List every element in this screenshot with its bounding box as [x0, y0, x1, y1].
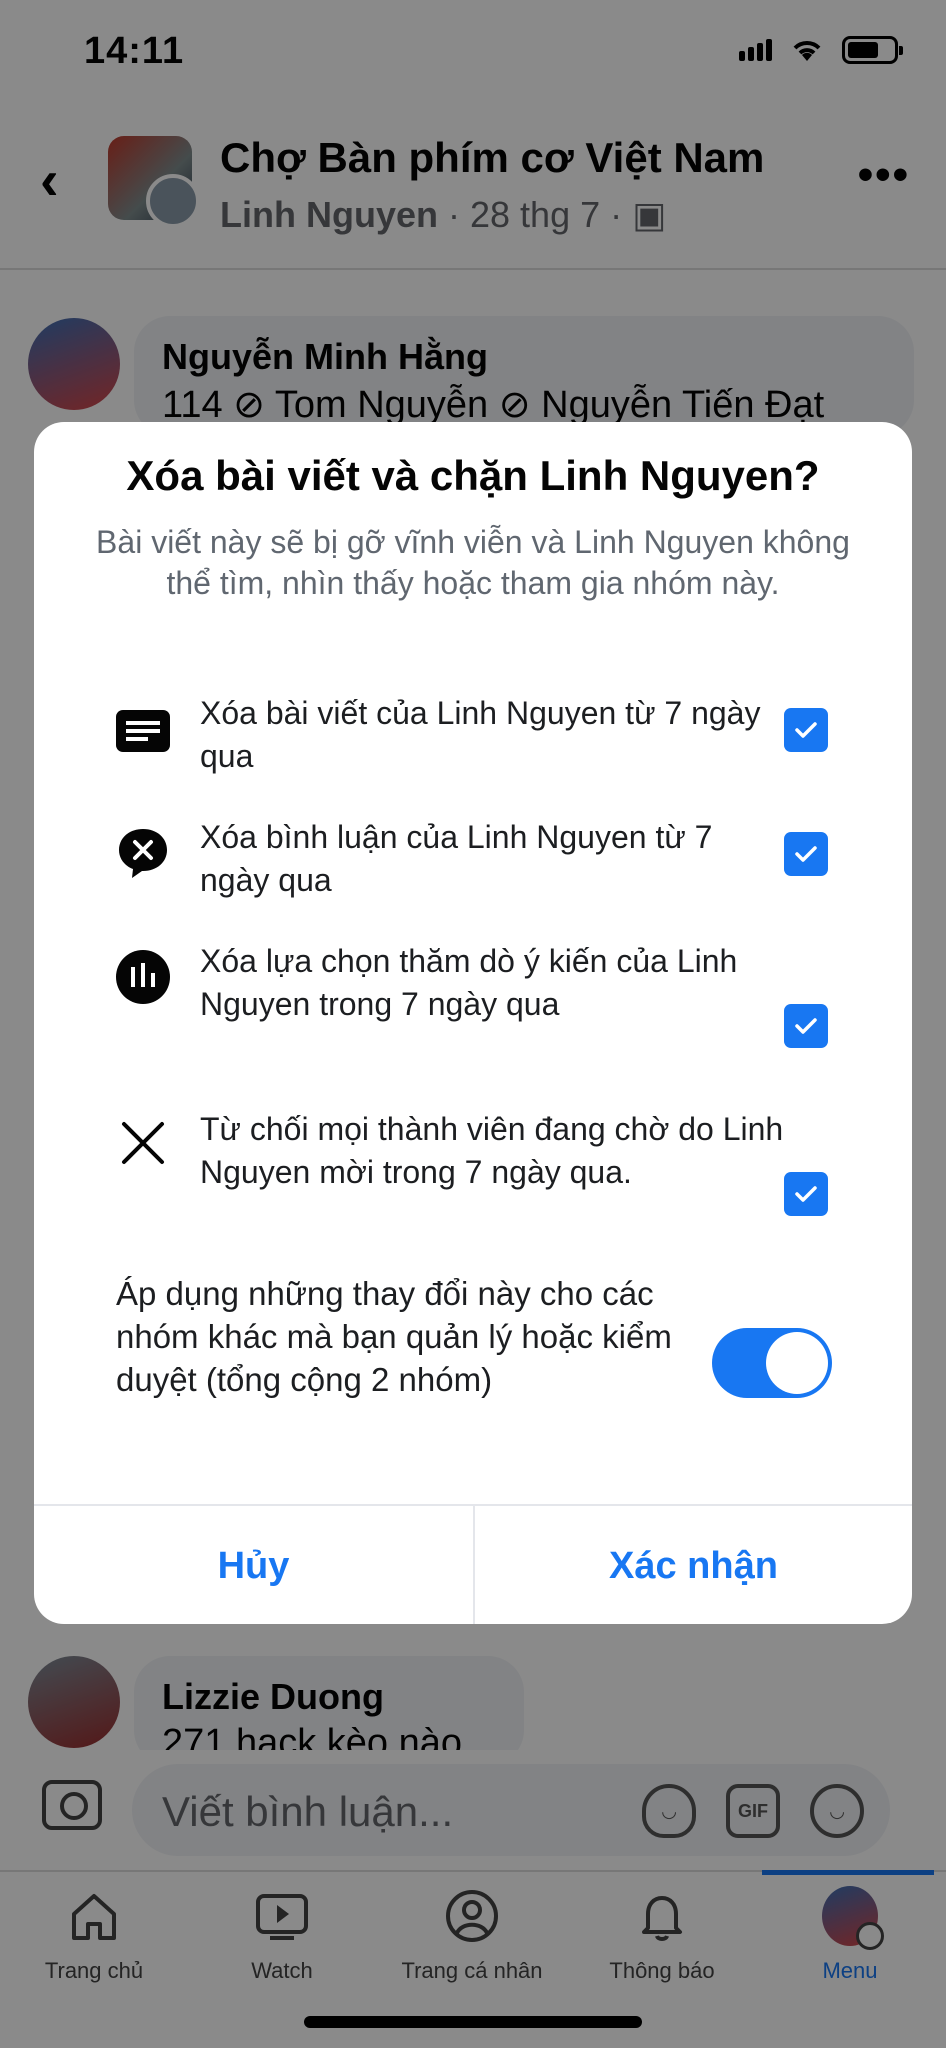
checkbox-checked[interactable]: [784, 1172, 828, 1216]
option-delete-comments[interactable]: Xóa bình luận của Linh Nguyen từ 7 ngày …: [34, 816, 912, 916]
poll-icon: [114, 948, 172, 1006]
option-label: Xóa bình luận của Linh Nguyen từ 7 ngày …: [200, 819, 713, 898]
toggle-knob: [766, 1332, 828, 1394]
post-icon: [114, 702, 172, 760]
option-delete-poll-votes[interactable]: Xóa lựa chọn thăm dò ý kiến của Linh Ngu…: [34, 940, 912, 1080]
apply-to-other-groups-label: Áp dụng những thay đổi này cho các nhóm …: [116, 1275, 672, 1398]
cancel-button[interactable]: Hủy: [34, 1506, 473, 1624]
dialog-actions: Hủy Xác nhận: [34, 1504, 912, 1624]
option-decline-invited-members[interactable]: Từ chối mọi thành viên đang chờ do Linh …: [34, 1108, 912, 1248]
comment-delete-icon: [114, 824, 172, 882]
option-label: Từ chối mọi thành viên đang chờ do Linh …: [200, 1111, 784, 1190]
x-icon: [114, 1114, 172, 1172]
delete-and-block-dialog: Xóa bài viết và chặn Linh Nguyen? Bài vi…: [34, 422, 912, 1624]
option-label: Xóa lựa chọn thăm dò ý kiến của Linh Ngu…: [200, 943, 738, 1022]
option-delete-posts[interactable]: Xóa bài viết của Linh Nguyen từ 7 ngày q…: [34, 692, 912, 792]
checkbox-checked[interactable]: [784, 1004, 828, 1048]
dialog-title: Xóa bài viết và chặn Linh Nguyen?: [126, 452, 820, 499]
apply-to-other-groups-toggle[interactable]: [712, 1328, 832, 1398]
option-label: Xóa bài viết của Linh Nguyen từ 7 ngày q…: [200, 695, 761, 774]
dialog-description: Bài viết này sẽ bị gỡ vĩnh viễn và Linh …: [96, 524, 850, 601]
checkbox-checked[interactable]: [784, 708, 828, 752]
checkbox-checked[interactable]: [784, 832, 828, 876]
confirm-button[interactable]: Xác nhận: [473, 1506, 912, 1624]
